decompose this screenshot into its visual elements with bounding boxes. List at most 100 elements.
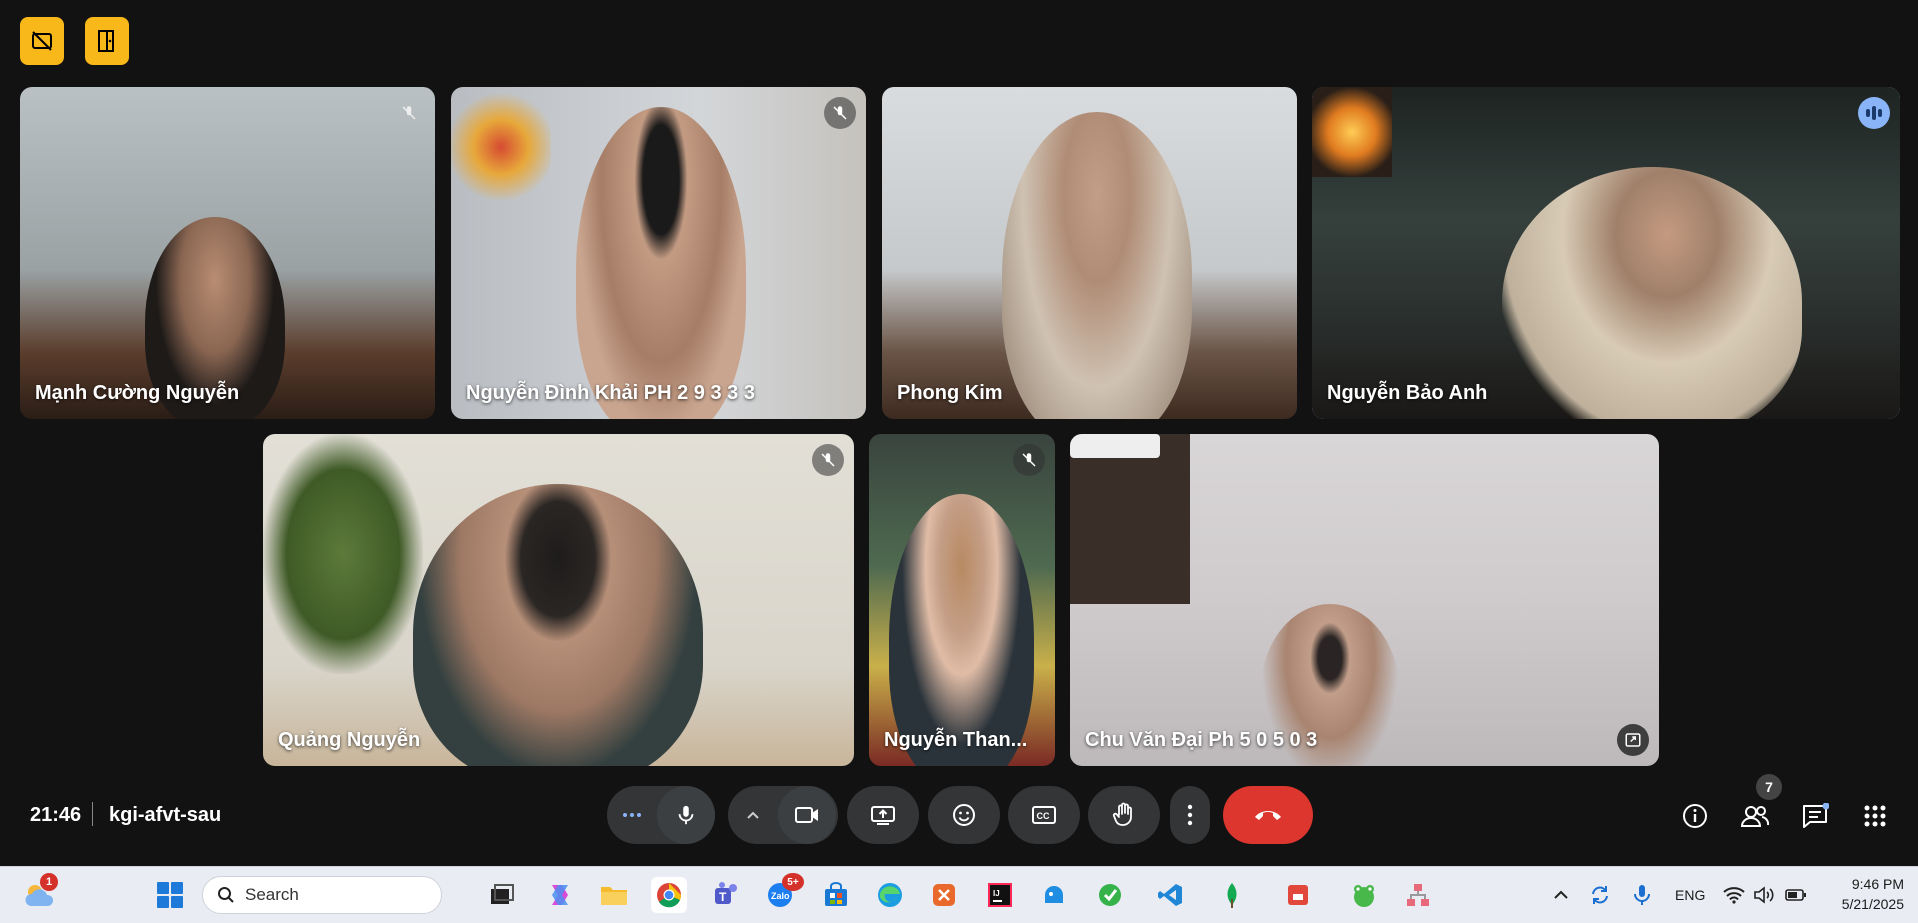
taskbar-date[interactable]: 5/21/2025: [1826, 896, 1904, 912]
blurred-object: [451, 87, 551, 207]
volume-button[interactable]: [1746, 877, 1782, 913]
mic-off-icon: [833, 106, 847, 120]
mic-control-group: [607, 786, 715, 844]
meeting-code: kgi-afvt-sau: [109, 804, 222, 826]
picture-in-picture-button[interactable]: [1617, 724, 1649, 756]
more-options-icon: [623, 813, 641, 817]
file-explorer-button[interactable]: [596, 877, 632, 913]
battery-button[interactable]: [1778, 877, 1814, 913]
meeting-clock: 21:46: [30, 804, 82, 826]
mic-muted-indicator: [1013, 444, 1045, 476]
copilot-icon: [552, 885, 568, 905]
emoji-icon: [953, 804, 975, 826]
task-view-icon: [491, 884, 514, 904]
mic-off-icon: [821, 453, 835, 467]
captions-button[interactable]: CC: [1008, 786, 1080, 844]
present-screen-icon: [871, 806, 895, 825]
app-button[interactable]: [1036, 877, 1072, 913]
app-button[interactable]: [1400, 877, 1436, 913]
camera-off-icon: [32, 31, 52, 51]
meeting-controls-bar: 21:46 kgi-afvt-sau CC: [0, 770, 1918, 860]
microphone-button[interactable]: [657, 786, 715, 844]
people-icon: [1740, 806, 1770, 827]
edge-icon: [878, 883, 902, 907]
store-button[interactable]: [818, 877, 854, 913]
participant-video: [889, 494, 1034, 766]
windows-logo-icon: [157, 882, 183, 908]
blue-app-icon: [1045, 886, 1063, 903]
mongodb-button[interactable]: [1214, 877, 1250, 913]
raise-hand-button[interactable]: [1088, 786, 1160, 844]
camera-options-button[interactable]: [728, 786, 778, 844]
apps-grid-icon: [1864, 805, 1886, 827]
more-vert-icon: [1187, 804, 1193, 826]
chevron-up-icon: [1554, 890, 1568, 899]
intellij-button[interactable]: IJ: [982, 877, 1018, 913]
audio-options-button[interactable]: [607, 786, 657, 844]
chrome-button[interactable]: [651, 877, 687, 913]
copilot-button[interactable]: [542, 877, 578, 913]
participant-video: [1502, 167, 1802, 419]
app-button[interactable]: [1346, 877, 1382, 913]
svg-text:IJ: IJ: [993, 889, 1000, 898]
search-placeholder: Search: [245, 885, 299, 904]
participant-tile[interactable]: Chu Văn Đại Ph 5 0 5 0 3: [1070, 434, 1659, 766]
green-app-icon: [1099, 884, 1121, 906]
app-button[interactable]: [1280, 877, 1316, 913]
app-button[interactable]: [1092, 877, 1128, 913]
taskbar-time[interactable]: 9:46 PM: [1842, 876, 1904, 892]
camera-button[interactable]: [778, 786, 836, 844]
plant: [263, 434, 423, 674]
divider: [92, 802, 93, 826]
camera-off-button[interactable]: [20, 17, 64, 65]
participant-tile[interactable]: Nguyễn Than...: [869, 434, 1055, 766]
participant-video: [576, 107, 746, 419]
participant-tile-speaking[interactable]: Nguyễn Bảo Anh: [1312, 87, 1900, 419]
vscode-button[interactable]: [1152, 877, 1188, 913]
teams-icon: T: [715, 882, 737, 904]
leave-room-button[interactable]: [85, 17, 129, 65]
participant-tile[interactable]: Phong Kim: [882, 87, 1297, 419]
svg-text:CC: CC: [1037, 811, 1050, 821]
folder-icon: [601, 887, 627, 905]
show-hidden-icons-button[interactable]: [1543, 877, 1579, 913]
postman-button[interactable]: [926, 877, 962, 913]
participant-name: Nguyễn Than...: [884, 729, 1028, 751]
participant-tile[interactable]: Nguyễn Đình Khải PH 2 9 3 3 3: [451, 87, 866, 419]
present-screen-button[interactable]: [847, 786, 919, 844]
fireplace: [1312, 87, 1392, 177]
mic-muted-indicator: [812, 444, 844, 476]
participant-tile[interactable]: Quảng Nguyễn: [263, 434, 854, 766]
microphone-icon: [678, 805, 694, 825]
volume-icon: [1754, 886, 1774, 904]
end-call-button[interactable]: [1223, 786, 1313, 844]
people-button[interactable]: [1739, 800, 1771, 832]
edge-button[interactable]: [872, 877, 908, 913]
windows-taskbar: 1 Search T Zalo 5+ IJ ENG 9:46 PM 5/21/2…: [0, 866, 1918, 923]
more-options-button[interactable]: [1170, 786, 1210, 844]
input-language[interactable]: ENG: [1675, 887, 1705, 903]
end-call-icon: [1255, 811, 1281, 820]
notification-badge: 5+: [782, 873, 804, 891]
chat-button[interactable]: [1799, 800, 1831, 832]
reactions-button[interactable]: [928, 786, 1000, 844]
intellij-icon: IJ: [988, 883, 1012, 907]
task-view-button[interactable]: [484, 877, 520, 913]
leaf-icon: [1227, 883, 1237, 908]
chevron-up-icon: [747, 811, 759, 819]
hand-icon: [1112, 802, 1132, 826]
activities-button[interactable]: [1859, 800, 1891, 832]
video-camera-icon: [795, 807, 818, 823]
teams-button[interactable]: T: [708, 877, 744, 913]
zalo-button[interactable]: Zalo 5+: [762, 873, 804, 913]
sync-icon: [1592, 886, 1608, 904]
participant-tile[interactable]: Mạnh Cường Nguyễn: [20, 87, 435, 419]
microphone-tray-button[interactable]: [1624, 877, 1660, 913]
weather-widget[interactable]: 1: [22, 873, 58, 913]
participant-video: [413, 484, 703, 766]
meeting-details-button[interactable]: [1679, 800, 1711, 832]
taskbar-search[interactable]: Search: [202, 876, 442, 914]
sync-button[interactable]: [1582, 877, 1618, 913]
start-button[interactable]: [152, 877, 188, 913]
battery-icon: [1785, 889, 1806, 901]
